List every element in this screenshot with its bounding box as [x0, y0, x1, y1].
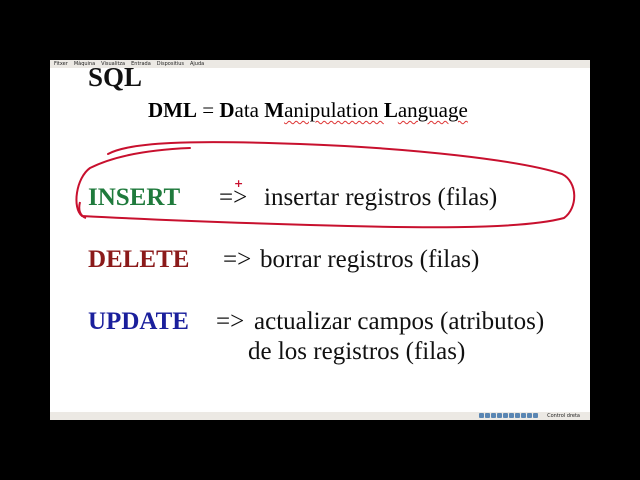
display-icon[interactable]	[503, 413, 508, 418]
video-capture-icon[interactable]	[515, 413, 520, 418]
annotation-plus-mark: +	[234, 177, 244, 190]
keyboard-icon[interactable]	[527, 413, 532, 418]
slide: SQL DML = Data Manipulation Language INS…	[50, 62, 590, 412]
usb-icon[interactable]	[491, 413, 496, 418]
delete-description: borrar registros (filas)	[260, 246, 480, 273]
keyword-update: UPDATE	[88, 308, 189, 335]
vm-window: Fitxer Màquina Visualitza Entrada Dispos…	[50, 60, 590, 420]
update-description-line2: de los registros (filas)	[248, 338, 466, 365]
keyword-delete: DELETE	[88, 246, 190, 273]
insert-description: insertar registros (filas)	[264, 184, 498, 211]
slide-subtitle: DML = Data Manipulation Language	[148, 98, 468, 122]
keyword-insert: INSERT	[88, 184, 181, 211]
menu-file[interactable]: Fitxer	[54, 60, 68, 68]
slide-title: SQL	[88, 62, 143, 92]
arrow-icon[interactable]	[533, 413, 538, 418]
network-icon[interactable]	[509, 413, 514, 418]
delete-arrow: =>	[223, 246, 252, 273]
menu-devices[interactable]: Dispositius	[157, 60, 184, 68]
dml-acronym: DML	[148, 98, 197, 122]
hdd-icon[interactable]	[479, 413, 484, 418]
mouse-integration-icon[interactable]	[521, 413, 526, 418]
update-arrow: =>	[216, 308, 245, 335]
menu-help[interactable]: Ajuda	[190, 60, 204, 68]
optical-drive-icon[interactable]	[485, 413, 490, 418]
update-description: actualizar campos (atributos)	[254, 308, 545, 335]
status-bar: Control dreta	[50, 412, 590, 420]
status-icons	[479, 413, 538, 418]
shared-folder-icon[interactable]	[497, 413, 502, 418]
host-key-label: Control dreta	[547, 413, 580, 419]
